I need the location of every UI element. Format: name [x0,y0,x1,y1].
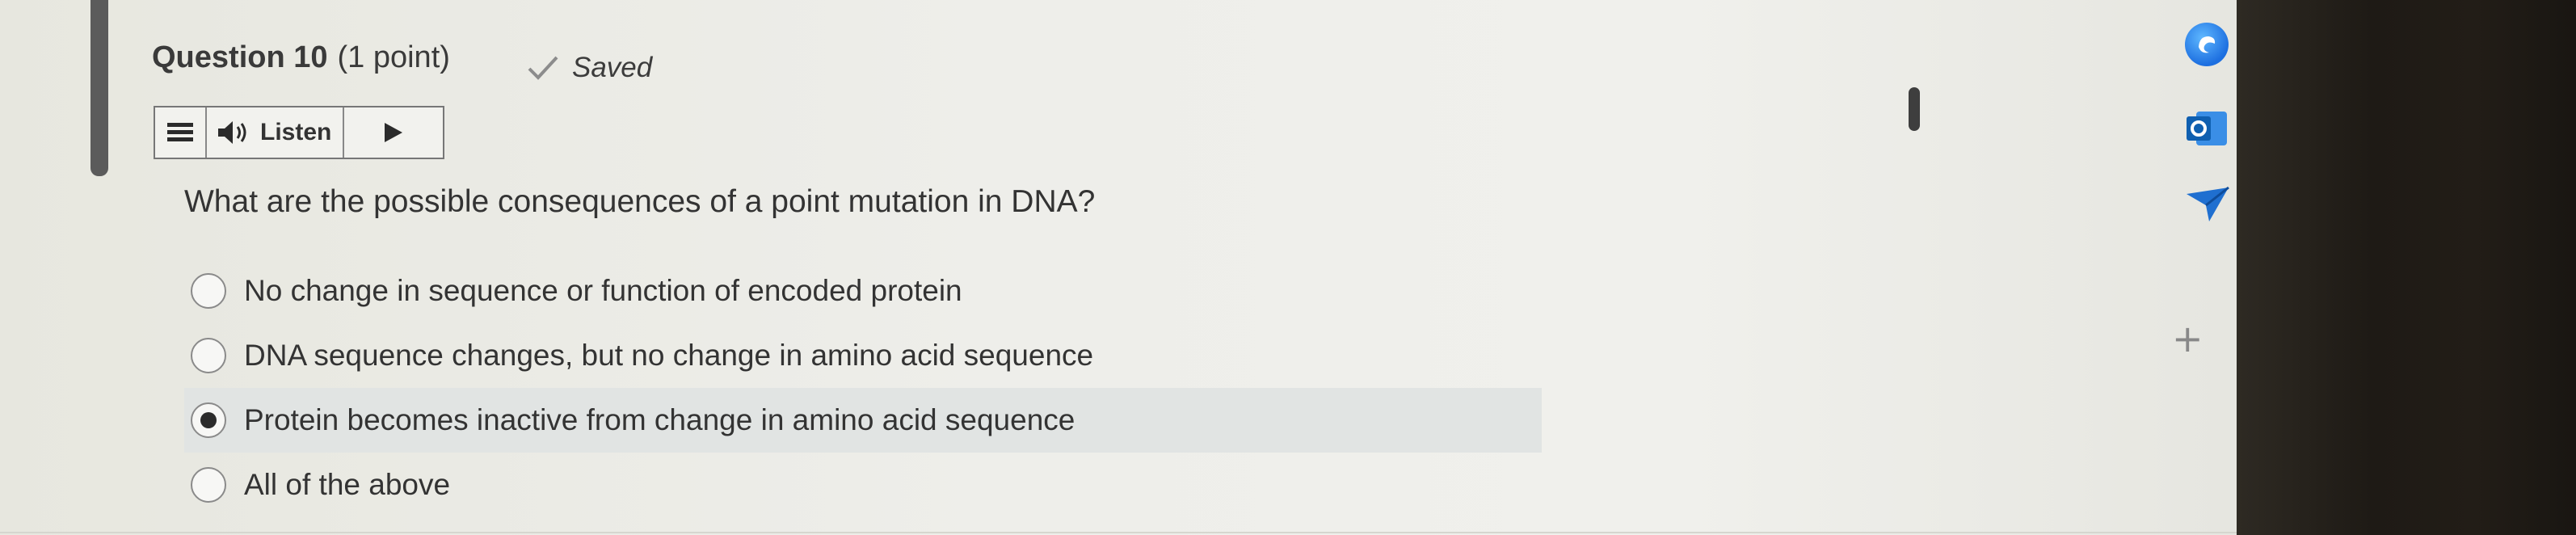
outlook-icon[interactable] [2185,107,2229,150]
question-title: Question 10 [152,40,328,74]
play-icon [385,123,403,142]
question-prompt: What are the possible consequences of a … [184,184,1096,219]
answer-option-label: All of the above [244,468,451,501]
saved-status: Saved [527,52,652,84]
radio-button-selected[interactable] [191,402,226,438]
send-icon[interactable] [2185,186,2230,223]
answer-option-1[interactable]: No change in sequence or function of enc… [184,259,1542,323]
toolbar-menu-button[interactable] [155,107,207,158]
edge-swirl-icon [2199,36,2216,53]
radio-button[interactable] [191,467,226,503]
question-scroll-indicator [90,0,108,176]
answer-option-label: No change in sequence or function of enc… [244,274,962,307]
answer-option-label: Protein becomes inactive from change in … [244,403,1075,436]
answer-option-label: DNA sequence changes, but no change in a… [244,339,1094,372]
read-aloud-toolbar: Listen [154,106,444,159]
listen-button[interactable]: Listen [207,107,345,158]
speaker-icon [218,121,246,144]
question-points: (1 point) [337,40,450,74]
saved-label: Saved [572,52,653,83]
add-icon[interactable]: + [2172,317,2203,360]
answer-option-4[interactable]: All of the above [184,453,1542,517]
scroll-handle[interactable] [1909,87,1920,131]
answer-option-2[interactable]: DNA sequence changes, but no change in a… [184,323,1542,388]
play-button[interactable] [344,107,443,158]
radio-selected-dot [200,412,217,428]
radio-button[interactable] [191,273,226,309]
hamburger-menu-icon [167,123,193,141]
answer-option-3[interactable]: Protein becomes inactive from change in … [184,388,1542,453]
answer-options: No change in sequence or function of enc… [184,259,1542,517]
listen-label: Listen [260,119,332,145]
quiz-page: Question 10 (1 point) Saved Listen What … [0,0,2237,535]
screen-bezel [2237,0,2576,535]
question-header: Question 10 (1 point) [152,40,450,75]
radio-button[interactable] [191,338,226,373]
edge-browser-icon[interactable] [2185,23,2229,66]
divider [0,532,2237,533]
checkmark-icon [528,56,558,80]
